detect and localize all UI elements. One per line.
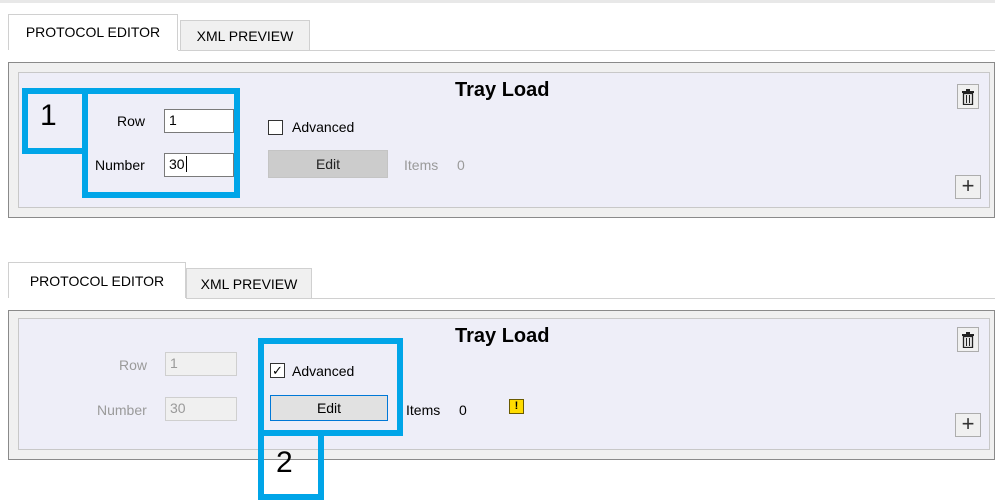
warning-icon: !: [509, 399, 524, 414]
number-input[interactable]: 30: [165, 397, 237, 421]
plus-icon: +: [961, 411, 975, 436]
row-label: Row: [119, 357, 148, 373]
tab-xml-preview[interactable]: XML PREVIEW: [186, 268, 312, 298]
tab-protocol-editor[interactable]: PROTOCOL EDITOR: [8, 14, 178, 50]
tab-xml-preview[interactable]: XML PREVIEW: [180, 20, 310, 50]
panel-title: Tray Load: [455, 79, 550, 101]
highlight-advanced-edit: [258, 338, 403, 436]
trash-icon: [962, 89, 974, 106]
callout-number-1: 1: [40, 99, 57, 132]
tab-divider: [186, 298, 995, 299]
panel-title: Tray Load: [455, 325, 550, 347]
highlight-row-number: [82, 88, 240, 198]
edit-button[interactable]: Edit: [268, 150, 388, 178]
advanced-label: Advanced: [292, 119, 355, 135]
items-label: Items: [406, 402, 441, 418]
add-button[interactable]: +: [955, 413, 981, 437]
advanced-checkbox[interactable]: [268, 120, 283, 135]
tab-protocol-editor[interactable]: PROTOCOL EDITOR: [8, 262, 186, 298]
delete-button[interactable]: [957, 84, 979, 109]
items-count: 0: [457, 157, 465, 173]
tab-divider: [178, 50, 995, 51]
plus-icon: +: [961, 173, 975, 198]
number-label: Number: [97, 402, 147, 418]
items-label: Items: [404, 157, 439, 173]
delete-button[interactable]: [957, 327, 979, 352]
items-count: 0: [459, 402, 467, 418]
row-input[interactable]: 1: [165, 352, 237, 376]
callout-number-2: 2: [276, 446, 293, 479]
trash-icon: [962, 332, 974, 349]
top-strip: [0, 0, 995, 3]
add-button[interactable]: +: [955, 175, 981, 199]
